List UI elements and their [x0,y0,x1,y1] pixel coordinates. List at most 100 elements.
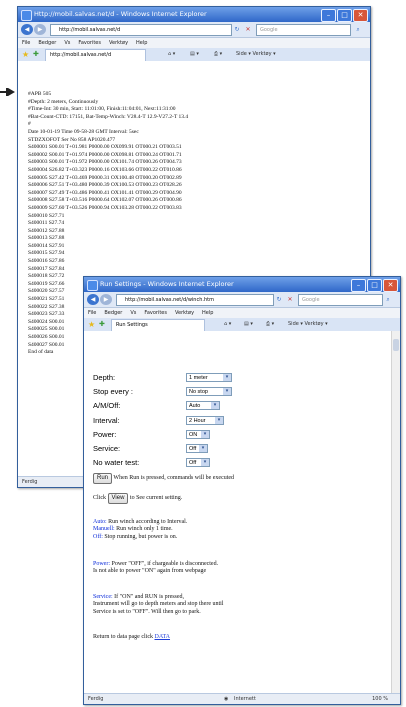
close-button[interactable]: ✕ [353,9,368,22]
run-button[interactable]: Run [93,473,113,484]
run-text: When Run is pressed, commands will be ex… [113,475,235,481]
power-text-2: Is not able to power "ON" again from web… [93,568,207,575]
setting-select[interactable]: Off ▾ [186,458,210,468]
data-line: S400009 S27.60 T+03.526 P0000.94 OX103.2… [28,204,182,211]
menu-bar: File Bedger Vs Favorites Verktøy Help [84,308,400,318]
setting-select[interactable]: ON ▾ [186,429,210,439]
menu-favorites[interactable]: Favorites [144,308,167,318]
minimize-button[interactable]: – [321,9,336,22]
chevron-down-icon[interactable]: ▾ [211,402,219,410]
stop-icon[interactable]: ✕ [284,294,296,305]
feeds-icon[interactable]: ▤ ▾ [244,319,253,330]
data-line: S400014 S27.91 [28,242,65,249]
maximize-button[interactable]: □ [367,279,382,292]
view-button[interactable]: View [107,493,129,504]
home-icon[interactable]: ⌂ ▾ [168,49,175,60]
data-line: S400013 S27.88 [28,235,65,242]
ie-icon [87,280,98,291]
chevron-down-icon[interactable]: ▾ [223,388,231,396]
address-input[interactable]: http://mobil.salvas.net/d/winch.htm [116,294,274,306]
setting-select[interactable]: 2 Hour ▾ [186,415,224,425]
setting-label: A/M/Off: [93,401,121,411]
menu-view[interactable]: Vs [64,38,70,48]
menu-edit[interactable]: Bedger [38,38,56,48]
menu-edit[interactable]: Bedger [104,308,122,318]
menu-file[interactable]: File [88,308,96,318]
setting-select[interactable]: Auto ▾ [186,401,220,411]
data-line: S400010 S27.71 [28,212,65,219]
home-icon[interactable]: ⌂ ▾ [224,319,231,330]
data-line: S400016 S27.86 [28,258,65,265]
data-line: S400012 S27.88 [28,227,65,234]
toolbar-tools[interactable]: Side ▾ Verktøy ▾ [236,49,276,60]
setting-value: Auto [189,403,201,410]
settings-form: Depth: 1 meter ▾ Stop every : No stop ▾ A/M/Of… [93,371,293,470]
setting-label: Interval: [93,415,120,425]
chevron-down-icon[interactable]: ▾ [199,444,207,452]
power-label: Power: [93,561,110,567]
chevron-down-icon[interactable]: ▾ [223,374,231,381]
internet-zone-label: Internett [234,696,256,702]
chevron-down-icon[interactable]: ▾ [215,416,223,424]
setting-value: Off [189,460,197,467]
setting-row: Interval: 2 Hour ▾ [93,414,293,428]
menu-file[interactable]: File [22,38,30,48]
favorites-star-icon[interactable]: ★ [22,50,29,59]
back-button[interactable]: ◀ [21,24,33,35]
data-line: S400002 S00.01 T+01.974 P0000.00 OX098.8… [28,151,182,158]
menu-bar: File Bedger Vs Favorites Verktøy Help [18,38,370,48]
print-icon[interactable]: ⎙ ▾ [214,49,222,60]
click-text: Click [93,495,106,501]
run-settings-window: Run Settings - Windows Internet Explorer… [83,276,401,705]
maximize-button[interactable]: □ [337,9,352,22]
back-button[interactable]: ◀ [87,294,99,305]
data-line: S400001 S00.01 T+01.981 P0000.00 OX099.9… [28,144,182,151]
toolbar-tools[interactable]: Side ▾ Verktøy ▾ [288,319,328,330]
auto-label: Auto: [93,519,107,525]
setting-row: Depth: 1 meter ▾ [93,371,293,385]
menu-view[interactable]: Vs [130,308,136,318]
search-icon[interactable]: ⌕ [382,294,394,305]
setting-select[interactable]: Off ▾ [186,443,208,453]
tab-data-page[interactable]: http://mobil.salvas.net/d [45,49,146,61]
close-button[interactable]: ✕ [383,279,398,292]
return-text: Return to data page click [93,634,153,640]
add-favorite-icon[interactable]: ✚ [33,50,39,59]
address-input[interactable]: http://mobil.salvas.net/d [50,24,232,36]
vertical-scrollbar[interactable] [391,331,400,694]
setting-label: Depth: [93,373,116,382]
setting-select[interactable]: 1 meter ▾ [186,373,232,382]
data-line: S400011 S27.74 [28,220,65,227]
print-icon[interactable]: ⎙ ▾ [266,319,274,330]
setting-select[interactable]: No stop ▾ [186,387,232,397]
minimize-button[interactable]: – [351,279,366,292]
data-line: #Depth: 2 meters, Continuously [28,98,99,105]
forward-button[interactable]: ▶ [34,24,46,35]
chevron-down-icon[interactable]: ▾ [201,430,209,438]
setting-label: Power: [93,429,117,439]
menu-help[interactable]: Help [136,38,147,48]
menu-help[interactable]: Help [202,308,213,318]
menu-tools[interactable]: Verktøy [175,308,194,318]
add-favorite-icon[interactable]: ✚ [99,320,105,329]
setting-row: Service: Off ▾ [93,442,293,456]
search-input[interactable]: Google [256,24,351,36]
zoom-level[interactable]: 100 % [372,694,388,704]
data-line: Date 10-01-19 Time 09-58-28 GMT Interval… [28,128,139,135]
favorites-star-icon[interactable]: ★ [88,320,95,329]
search-input[interactable]: Google [298,294,383,306]
chevron-down-icon[interactable]: ▾ [201,459,209,467]
data-link[interactable]: DATA [154,634,170,640]
address-bar-row: ◀ ▶ http://mobil.salvas.net/d/winch.htm … [84,292,400,308]
scroll-thumb[interactable] [393,339,399,351]
forward-button[interactable]: ▶ [100,294,112,305]
menu-favorites[interactable]: Favorites [78,38,101,48]
auto-text: Run winch according to Interval. [108,519,188,525]
search-icon[interactable]: ⌕ [352,24,364,35]
tab-run-settings[interactable]: Run Settings [111,319,205,331]
window-title: Run Settings - Windows Internet Explorer [100,280,234,288]
stop-icon[interactable]: ✕ [242,24,254,35]
menu-tools[interactable]: Verktøy [109,38,128,48]
setting-label: No water test: [93,458,140,468]
feeds-icon[interactable]: ▤ ▾ [190,49,199,60]
